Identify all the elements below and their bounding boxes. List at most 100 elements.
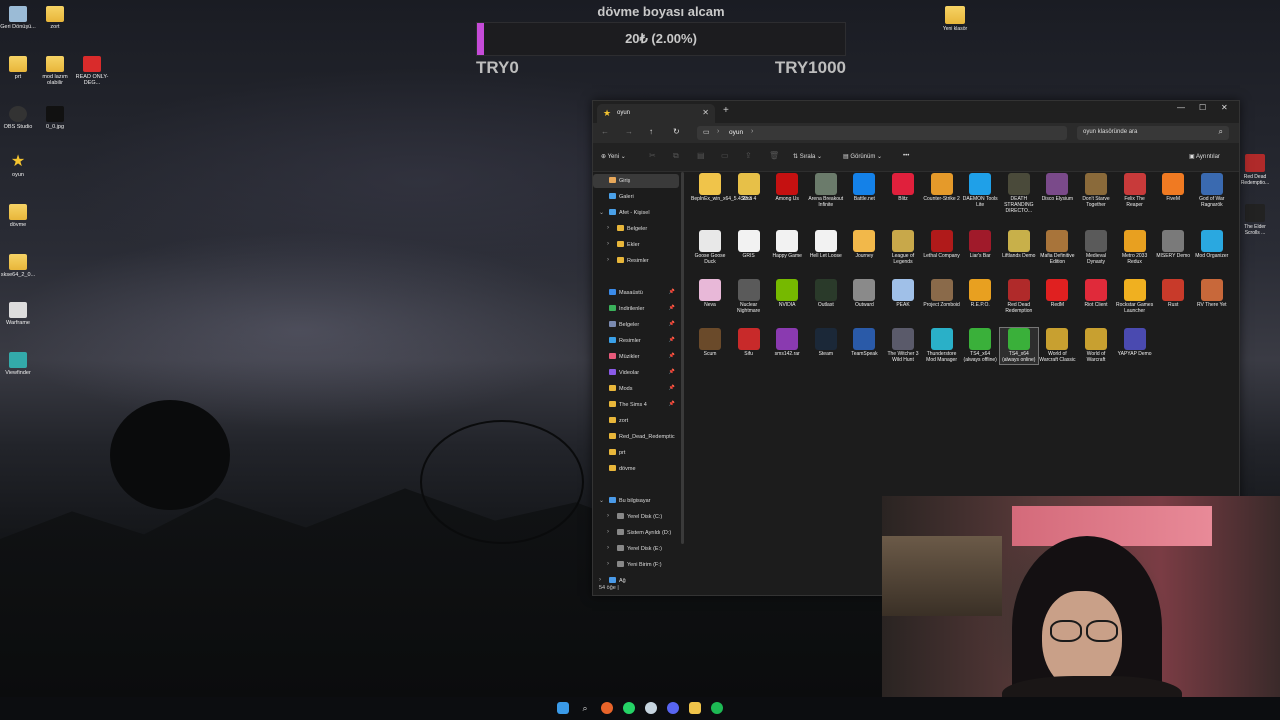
desktop-icon[interactable]: zort [37,6,73,30]
file-item[interactable]: Blitz [884,173,922,203]
file-item[interactable]: Goose Goose Duck [691,230,729,266]
nav-item[interactable]: Belgeler 📌 [593,318,679,332]
nav-item[interactable]: zort [593,414,679,428]
nav-item[interactable]: ⌄ Bu bilgisayar [593,494,679,508]
file-item[interactable]: RV There Yet [1193,279,1231,309]
nav-item[interactable]: Mods 📌 [593,382,679,396]
desktop-icon[interactable]: Geri Dönüşü... [0,6,36,30]
file-item[interactable]: FiveM [1154,173,1192,203]
file-item[interactable]: Mod Organizer [1193,230,1231,260]
desktop-icon[interactable]: OBS Studio [0,106,36,130]
nav-item[interactable]: dövme [593,462,679,476]
nav-item[interactable]: Resimler 📌 [593,334,679,348]
file-item[interactable]: Happy Game [768,230,806,260]
file-item[interactable]: Among Us [768,173,806,203]
file-item[interactable]: TS4_x64 (always offline) [961,328,999,364]
details-button[interactable]: ▣ Ayrıntılar [1189,153,1220,160]
copy-icon[interactable]: ⧉ [673,151,679,161]
desktop-icon[interactable]: READ ONLY-DEG... [74,56,110,86]
forward-button[interactable]: → [625,127,633,136]
file-item[interactable]: Outlast [807,279,845,309]
chevron-right-icon[interactable]: › [607,513,609,519]
file-item[interactable]: YAPYAP Demo [1116,328,1154,358]
steam-icon[interactable] [645,702,657,714]
nav-item[interactable]: › Yeni Birim (F:) [593,558,679,572]
file-item[interactable]: Lethal Company [923,230,961,260]
chevron-right-icon[interactable]: › [607,545,609,551]
desktop-icon[interactable]: Yeni klasör [938,6,972,32]
file-item[interactable]: Hell Let Loose [807,230,845,260]
chevron-right-icon[interactable]: › [607,241,609,247]
file-item[interactable]: TeamSpeak [845,328,883,358]
file-item[interactable]: Medieval Dynasty [1077,230,1115,266]
back-button[interactable]: ← [601,127,609,136]
file-item[interactable]: Thunderstore Mod Manager [923,328,961,364]
desktop-icon[interactable]: ★ oyun [0,154,36,179]
chevron-right-icon[interactable]: › [607,225,609,231]
file-item[interactable]: Journey [845,230,883,260]
nav-item[interactable]: › Belgeler [593,222,679,236]
nav-item[interactable]: prt [593,446,679,460]
nav-item[interactable]: The Sims 4 📌 [593,398,679,412]
nav-item[interactable]: Masaüstü 📌 [593,286,679,300]
file-item[interactable]: God of War Ragnarök [1193,173,1231,209]
nav-item[interactable]: Red_Dead_Redemptic [593,430,679,444]
new-tab-button[interactable]: + [723,105,729,116]
discord-icon[interactable] [667,702,679,714]
nav-item[interactable]: › Ekler [593,238,679,252]
file-item[interactable]: Sims 4 [730,173,768,203]
file-item[interactable]: Steam [807,328,845,358]
desktop-icon[interactable]: prt [0,56,36,80]
file-item[interactable]: Red Dead Redemption [1000,279,1038,315]
nav-scrollbar[interactable] [681,172,684,544]
file-item[interactable]: MISERY Demo [1154,230,1192,260]
share-icon[interactable]: ⇪ [745,151,752,160]
file-item[interactable]: DEATH STRANDING DIRECTO... [1000,173,1038,214]
file-item[interactable]: sms142.rar [768,328,806,358]
file-item[interactable]: TS4_x64 (always online) [998,327,1039,365]
file-item[interactable]: BepInEx_win_x64_5.4.23.3 [691,173,752,203]
spotify-icon[interactable] [711,702,723,714]
file-item[interactable]: Neva [691,279,729,309]
file-item[interactable]: Liar's Bar [961,230,999,260]
file-item[interactable]: Liftlands Demo [1000,230,1038,260]
desktop-icon[interactable]: 0_0.jpg [37,106,73,130]
more-options-button[interactable]: ••• [903,153,909,159]
minimize-button[interactable]: — [1177,103,1185,112]
file-item[interactable]: Rust [1154,279,1192,309]
view-button[interactable]: ▤ Görünüm ⌄ [843,153,882,160]
nav-item[interactable]: › Sistem Ayrıldı (D:) [593,526,679,540]
file-item[interactable]: DAEMON Tools Lite [961,173,999,209]
file-item[interactable]: The Witcher 3 Wild Hunt [884,328,922,364]
desktop-icon[interactable]: Warframe [0,302,36,326]
file-item[interactable]: R.E.P.O. [961,279,999,309]
up-button[interactable]: ↑ [649,127,653,136]
nav-item[interactable]: Giriş [593,174,679,188]
file-item[interactable]: Project Zomboid [923,279,961,309]
file-item[interactable]: Felix The Reaper [1116,173,1154,209]
paste-icon[interactable]: ▤ [697,151,705,160]
file-item[interactable]: Battle.net [845,173,883,203]
tab-oyun[interactable]: ★ oyun ✕ [597,104,715,123]
chevron-right-icon[interactable]: › [599,577,601,583]
sort-button[interactable]: ⇅ Sırala ⌄ [793,153,822,160]
breadcrumb[interactable]: oyun [729,129,743,136]
close-tab-icon[interactable]: ✕ [702,108,709,117]
chevron-down-icon[interactable]: ⌄ [599,209,604,216]
desktop-icon[interactable]: dövme [0,204,36,228]
search-icon[interactable]: ⌕ [579,702,591,714]
nav-item[interactable]: İndirilenler 📌 [593,302,679,316]
file-item[interactable]: Mafia Definitive Edition [1038,230,1076,266]
new-button[interactable]: ⊕ Yeni ⌄ [601,153,626,160]
file-item[interactable]: League of Legends [884,230,922,266]
nav-item[interactable]: Galeri [593,190,679,204]
file-item[interactable]: RedM [1038,279,1076,309]
file-item[interactable]: PEAK [884,279,922,309]
chevron-right-icon[interactable]: › [607,257,609,263]
file-item[interactable]: Arena Breakout Infinite [807,173,845,209]
file-item[interactable]: Outward [845,279,883,309]
file-item[interactable]: Sifu [730,328,768,358]
delete-icon[interactable]: 🗑 [769,151,779,160]
file-item[interactable]: Rockstar Games Launcher [1116,279,1154,315]
search-input[interactable]: oyun klasöründe ara ⌕ [1077,126,1229,140]
